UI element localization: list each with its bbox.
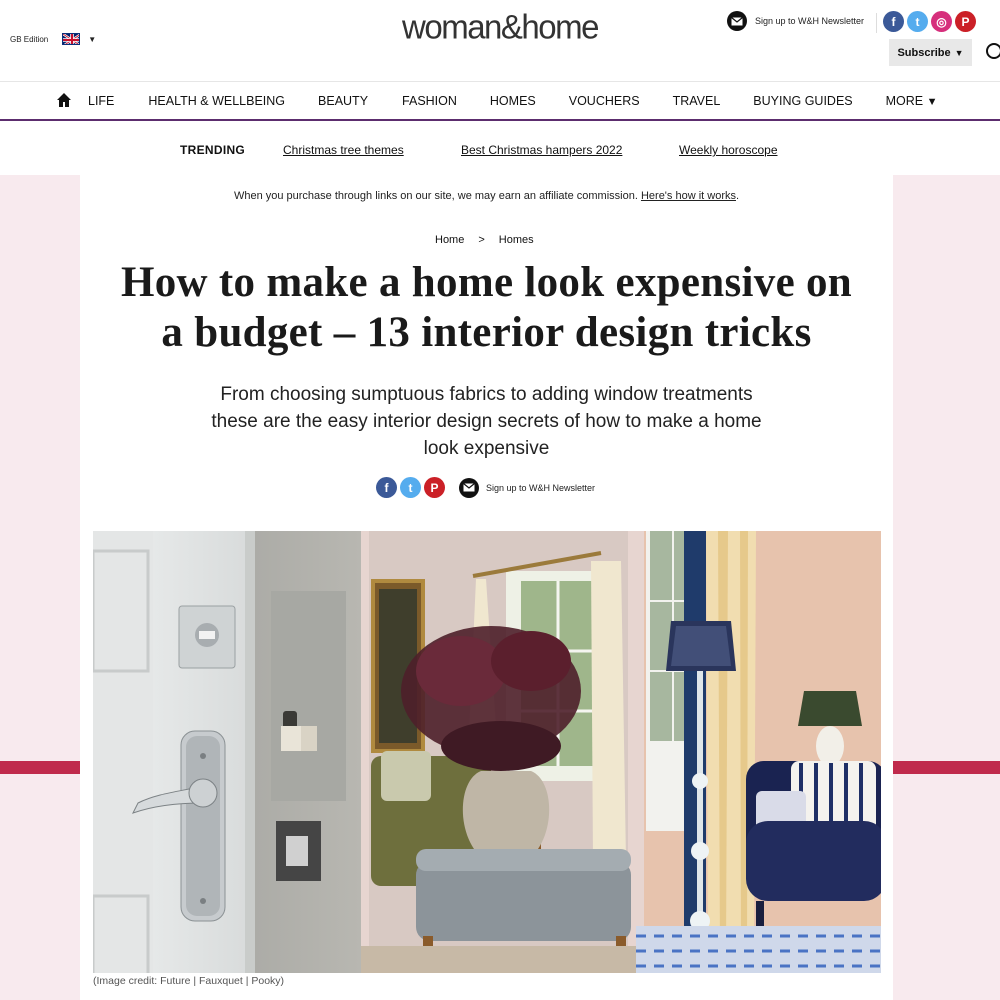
subscribe-button[interactable]: Subscribe ▼ [889,39,972,66]
left-side-panel [0,175,80,1000]
facebook-share-icon[interactable]: f [376,477,397,498]
affiliate-disclosure: When you purchase through links on our s… [233,190,740,202]
pinterest-share-icon[interactable]: P [424,477,445,498]
affiliate-info-link[interactable]: Here's how it works [641,190,736,202]
article-standfirst: From choosing sumptuous fabrics to addin… [211,384,762,459]
pinterest-icon[interactable]: P [955,11,976,32]
hero-panel-door [93,531,361,973]
trending-link[interactable]: Best Christmas hampers 2022 [461,143,622,157]
image-caption: (Image credit: Future | Fauxquet | Pooky… [93,975,285,987]
nav-item-beauty[interactable]: BEAUTY [318,94,368,108]
nav-item-buying-guides[interactable]: BUYING GUIDES [753,94,852,108]
main-navigation: LIFE HEALTH & WELLBEING BEAUTY FASHION H… [0,81,1000,121]
hero-panel-lamp-sofa [636,531,881,973]
breadcrumb: Home > Homes [435,234,534,246]
subscribe-label: Subscribe [897,46,951,59]
trending-link[interactable]: Christmas tree themes [283,143,404,157]
breadcrumb-separator: > [478,234,485,246]
nav-item-fashion[interactable]: FASHION [402,94,457,108]
site-header: GB Edition ▼ woman&home Sign up to W&H N… [0,0,1000,80]
breadcrumb-homes[interactable]: Homes [499,234,534,246]
twitter-icon[interactable]: t [907,11,928,32]
home-icon[interactable] [56,92,72,108]
envelope-icon [459,477,479,498]
hero-image [93,531,881,973]
twitter-share-icon[interactable]: t [400,477,421,498]
share-bar: f t P Sign up to W&H Newsletter [376,477,595,498]
newsletter-signup-link[interactable]: Sign up to W&H Newsletter [727,11,864,31]
nav-items: LIFE HEALTH & WELLBEING BEAUTY FASHION H… [88,82,938,120]
chevron-down-icon: ▼ [954,47,964,58]
instagram-icon[interactable]: ◎ [931,11,952,32]
envelope-icon [727,11,747,31]
page-title: How to make a home look expensive on a b… [120,259,853,356]
trending-bar: TRENDING Christmas tree themes Best Chri… [0,123,1000,175]
nav-item-health-wellbeing[interactable]: HEALTH & WELLBEING [148,94,285,108]
header-divider [876,13,877,33]
newsletter-label: Sign up to W&H Newsletter [755,16,865,26]
right-side-panel [893,175,1000,1000]
nav-item-vouchers[interactable]: VOUCHERS [569,94,640,108]
chevron-down-icon: ▼ [926,96,938,108]
breadcrumb-home[interactable]: Home [435,234,464,246]
search-icon[interactable] [986,43,1000,59]
facebook-icon[interactable]: f [883,11,904,32]
nav-item-homes[interactable]: HOMES [490,94,536,108]
nav-item-life[interactable]: LIFE [88,94,114,108]
trending-link[interactable]: Weekly horoscope [679,143,778,157]
social-links: f t ◎ P [883,11,976,32]
nav-item-more[interactable]: MORE ▼ [886,94,938,108]
left-accent-stripe [0,761,80,774]
right-accent-stripe [893,761,1000,774]
trending-label: TRENDING [180,143,246,157]
share-newsletter-link[interactable]: Sign up to W&H Newsletter [459,477,595,498]
hero-panel-living-room [361,531,636,973]
nav-item-travel[interactable]: TRAVEL [673,94,721,108]
